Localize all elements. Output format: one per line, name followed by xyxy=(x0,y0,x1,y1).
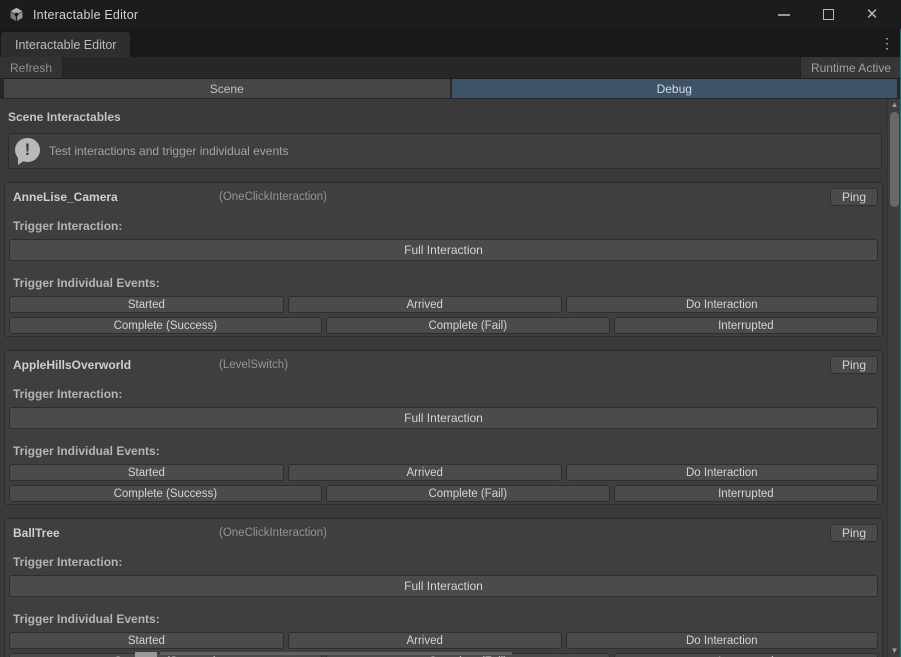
clipped-next-section-text xyxy=(160,652,512,655)
trigger-events-label: Trigger Individual Events: xyxy=(13,276,878,290)
event-button-row-1: Started Arrived Do Interaction xyxy=(9,632,878,649)
started-button[interactable]: Started xyxy=(9,464,284,481)
section-header: AppleHillsOverworld (LevelSwitch) Ping xyxy=(9,356,878,374)
info-icon: ! xyxy=(15,138,41,164)
event-button-row-1: Started Arrived Do Interaction xyxy=(9,464,878,481)
help-box: ! Test interactions and trigger individu… xyxy=(8,133,882,169)
section-header: BallTree (OneClickInteraction) Ping xyxy=(9,524,878,542)
ping-button[interactable]: Ping xyxy=(830,356,878,374)
interrupted-button[interactable]: Interrupted xyxy=(614,485,878,502)
window-controls: ✕ xyxy=(769,4,893,26)
page-title: Scene Interactables xyxy=(8,110,887,124)
full-interaction-button[interactable]: Full Interaction xyxy=(9,407,878,429)
ping-button[interactable]: Ping xyxy=(830,524,878,542)
event-button-row-2: Complete (Success) Complete (Fail) Inter… xyxy=(9,317,878,334)
scrollbar-thumb[interactable] xyxy=(890,112,899,207)
interactable-name: AppleHillsOverworld xyxy=(13,358,219,372)
arrived-button[interactable]: Arrived xyxy=(288,296,562,313)
interactable-type: (OneClickInteraction) xyxy=(219,191,327,203)
section-header: AnneLise_Camera (OneClickInteraction) Pi… xyxy=(9,188,878,206)
clipped-next-section-field xyxy=(135,652,157,657)
do-interaction-button[interactable]: Do Interaction xyxy=(566,632,878,649)
interactable-editor-window: Interactable Editor ✕ Interactable Edito… xyxy=(0,0,901,657)
full-interaction-button[interactable]: Full Interaction xyxy=(9,575,878,597)
toolbar-spacer xyxy=(63,57,800,78)
scene-toggle-button[interactable]: Scene xyxy=(4,79,450,98)
maximize-icon xyxy=(823,9,834,20)
close-icon: ✕ xyxy=(866,7,879,22)
trigger-events-label: Trigger Individual Events: xyxy=(13,612,878,626)
interactable-section-applehills-overworld: AppleHillsOverworld (LevelSwitch) Ping T… xyxy=(4,350,883,505)
arrived-button[interactable]: Arrived xyxy=(288,632,562,649)
do-interaction-button[interactable]: Do Interaction xyxy=(566,296,878,313)
minimize-icon xyxy=(778,14,790,16)
close-button[interactable]: ✕ xyxy=(857,4,887,26)
started-button[interactable]: Started xyxy=(9,632,284,649)
event-button-row-1: Started Arrived Do Interaction xyxy=(9,296,878,313)
complete-success-button[interactable]: Complete (Success) xyxy=(9,485,322,502)
complete-success-button[interactable]: Complete (Success) xyxy=(9,317,322,334)
ping-button[interactable]: Ping xyxy=(830,188,878,206)
refresh-button[interactable]: Refresh xyxy=(0,57,63,78)
arrived-button[interactable]: Arrived xyxy=(288,464,562,481)
debug-toggle-button[interactable]: Debug xyxy=(452,79,898,98)
interactable-section-balltree: BallTree (OneClickInteraction) Ping Trig… xyxy=(4,518,883,657)
trigger-interaction-label: Trigger Interaction: xyxy=(13,219,878,233)
event-button-row-2: Complete (Success) Complete (Fail) Inter… xyxy=(9,485,878,502)
window-title: Interactable Editor xyxy=(33,8,138,22)
interactable-type: (LevelSwitch) xyxy=(219,359,288,371)
interactable-section-annelise-camera: AnneLise_Camera (OneClickInteraction) Pi… xyxy=(4,182,883,337)
complete-fail-button[interactable]: Complete (Fail) xyxy=(326,317,610,334)
trigger-interaction-label: Trigger Interaction: xyxy=(13,387,878,401)
minimize-button[interactable] xyxy=(769,4,799,26)
maximize-button[interactable] xyxy=(813,4,843,26)
tab-menu-icon[interactable]: ⋮ xyxy=(879,35,895,52)
started-button[interactable]: Started xyxy=(9,296,284,313)
interactable-name: AnneLise_Camera xyxy=(13,190,219,204)
trigger-interaction-label: Trigger Interaction: xyxy=(13,555,878,569)
do-interaction-button[interactable]: Do Interaction xyxy=(566,464,878,481)
interactable-name: BallTree xyxy=(13,526,219,540)
complete-fail-button[interactable]: Complete (Fail) xyxy=(326,485,610,502)
vertical-scrollbar[interactable]: ▲ ▼ xyxy=(887,99,900,657)
content-area: Scene Interactables ! Test interactions … xyxy=(0,99,887,657)
runtime-active-toggle[interactable]: Runtime Active xyxy=(800,57,901,78)
title-bar: Interactable Editor ✕ xyxy=(0,0,901,29)
tab-interactable-editor[interactable]: Interactable Editor xyxy=(1,32,130,57)
unity-logo-icon xyxy=(8,6,25,23)
full-interaction-button[interactable]: Full Interaction xyxy=(9,239,878,261)
interrupted-button[interactable]: Interrupted xyxy=(614,317,878,334)
tab-label: Interactable Editor xyxy=(15,38,116,52)
tab-bar: Interactable Editor ⋮ xyxy=(0,29,901,57)
help-box-text: Test interactions and trigger individual… xyxy=(49,144,288,158)
interactable-type: (OneClickInteraction) xyxy=(219,527,327,539)
interrupted-button[interactable]: Interrupted xyxy=(614,653,878,657)
view-toggle: Scene Debug xyxy=(0,79,901,99)
trigger-events-label: Trigger Individual Events: xyxy=(13,444,878,458)
toolbar: Refresh Runtime Active xyxy=(0,57,901,79)
